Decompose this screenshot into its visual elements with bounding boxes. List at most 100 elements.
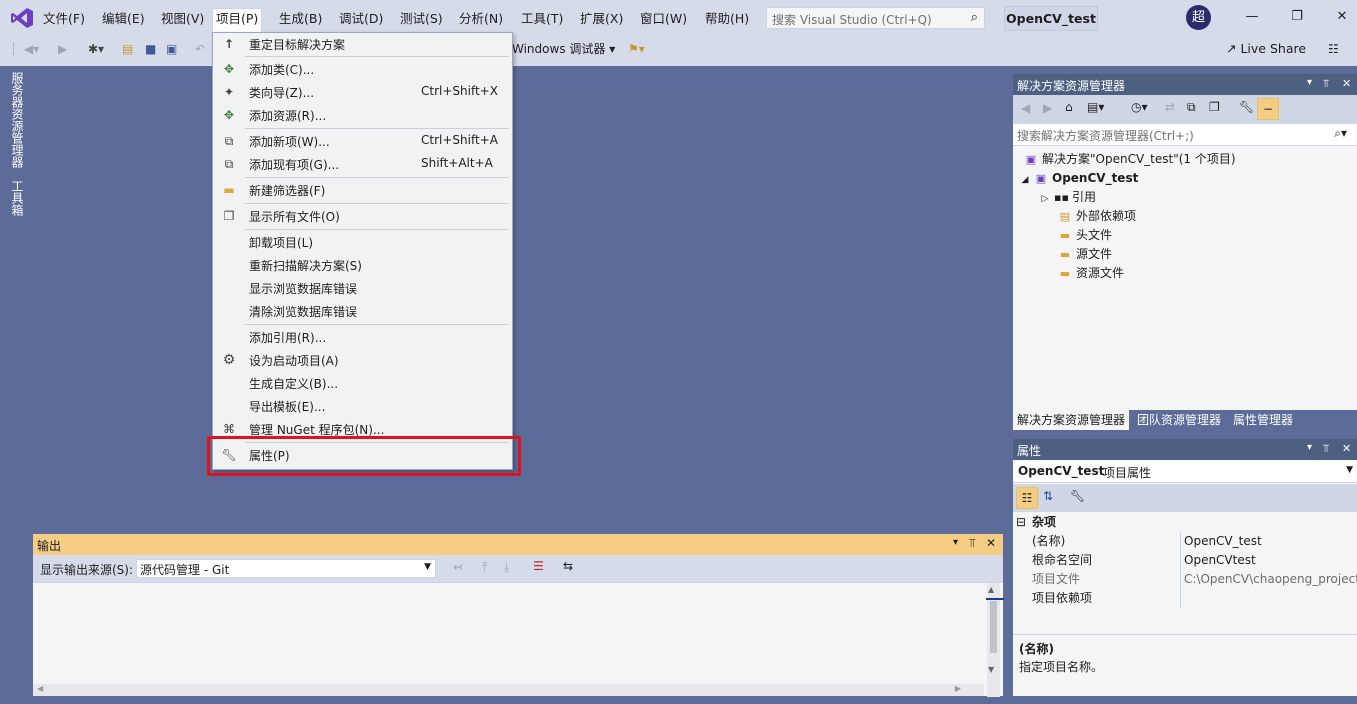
scroll-up-icon[interactable]: ▲ (988, 585, 994, 594)
tab-team-explorer[interactable]: 团队资源管理器 (1133, 410, 1225, 430)
clear-all-icon[interactable]: ☰ (533, 559, 544, 573)
menu-item-set-startup-project[interactable]: ⚙ 设为启动项目(A) (214, 349, 511, 372)
expanded-arrow-icon[interactable]: ◢ (1020, 171, 1030, 190)
solution-search-input[interactable]: 搜索解决方案资源管理器(Ctrl+;) ⌕▾ (1013, 124, 1357, 146)
close-panel-icon[interactable]: ✕ (1342, 442, 1351, 455)
search-icon[interactable]: ⌕▾ (1334, 126, 1347, 141)
output-horizontal-scrollbar[interactable]: ◀ ▶ (33, 684, 984, 696)
menu-extensions[interactable]: 扩展(X) (577, 9, 626, 29)
property-row[interactable]: 项目依赖项 (1013, 589, 1357, 608)
scroll-right-icon[interactable]: ▶ (955, 684, 961, 693)
menu-item-export-template[interactable]: 导出模板(E)... (214, 395, 511, 418)
toolbox-tab[interactable]: 工具箱 (9, 180, 26, 216)
minimize-icon[interactable]: — (1240, 6, 1264, 28)
pin-icon[interactable]: ⫪ (969, 536, 976, 551)
property-pages-wrench-icon[interactable]: 🔧︎ (1070, 489, 1085, 503)
tree-item-external-deps[interactable]: ▤ 外部依赖项 (1058, 207, 1136, 226)
home-icon[interactable]: ⌂ (1065, 100, 1073, 114)
collapse-all-icon[interactable]: ⧉ (1187, 100, 1196, 115)
switch-views-icon[interactable]: ▤▾ (1087, 100, 1104, 114)
menu-tools[interactable]: 工具(T) (518, 9, 566, 29)
alphabetical-icon[interactable]: ⇅ (1043, 489, 1053, 503)
tree-item-source-files[interactable]: ▬ 源文件 (1058, 245, 1112, 264)
menu-item-add-existing-item[interactable]: ⧉ 添加现有项(G)... Shift+Alt+A (214, 153, 511, 176)
open-folder-icon[interactable]: ▤ (122, 39, 133, 59)
menu-item-add-new-item[interactable]: ⧉ 添加新项(W)... Ctrl+Shift+A (214, 130, 511, 153)
output-text-area[interactable]: ▲ ▼ ◀ ▶ (33, 582, 1004, 697)
menu-item-rescan-solution[interactable]: 重新扫描解决方案(S) (214, 254, 511, 277)
output-source-select[interactable]: 源代码管理 - Git ▼ (136, 559, 436, 578)
tab-solution-explorer[interactable]: 解决方案资源管理器 (1013, 410, 1130, 430)
window-menu-icon[interactable]: ▾ (1307, 442, 1312, 453)
scroll-left-icon[interactable]: ◀ (37, 684, 43, 693)
back-icon[interactable]: ◀︎ (1021, 101, 1030, 115)
menu-item-show-db-errors[interactable]: 显示浏览数据库错误 (214, 277, 511, 300)
preview-selected-icon[interactable]: − (1257, 98, 1279, 120)
property-value[interactable]: OpenCV_test (1184, 532, 1357, 551)
categorized-icon[interactable]: ☷ (1016, 487, 1038, 509)
menu-item-unload-project[interactable]: 卸载项目(L) (214, 231, 511, 254)
window-menu-icon[interactable]: ▾ (953, 537, 958, 548)
save-icon[interactable]: ■ (145, 39, 156, 59)
tab-property-manager[interactable]: 属性管理器 (1229, 410, 1297, 430)
pin-icon[interactable]: ⫪ (1323, 442, 1329, 456)
tree-item-resource-files[interactable]: ▬ 资源文件 (1058, 264, 1124, 283)
menu-debug[interactable]: 调试(D) (336, 9, 386, 29)
menu-help[interactable]: 帮助(H) (702, 9, 752, 29)
properties-wrench-icon[interactable]: 🔧︎ (1239, 100, 1254, 114)
forward-icon[interactable]: ▶︎ (1043, 101, 1052, 115)
menu-item-show-all-files[interactable]: ❐ 显示所有文件(O) (214, 205, 511, 228)
sync-icon[interactable]: ⇄ (1165, 100, 1175, 114)
restore-icon[interactable]: ❐ (1285, 6, 1309, 28)
scroll-thumb[interactable] (990, 601, 997, 653)
menu-item-add-class[interactable]: ✥ 添加类(C)... (214, 58, 511, 81)
window-menu-icon[interactable]: ▾ (1307, 77, 1312, 88)
tree-item-header-files[interactable]: ▬ 头文件 (1058, 226, 1112, 245)
menu-item-build-customizations[interactable]: 生成自定义(B)... (214, 372, 511, 395)
menu-analyze[interactable]: 分析(N) (456, 9, 506, 29)
menu-file[interactable]: 文件(F) (40, 9, 88, 29)
next-message-icon[interactable]: ⤓ (504, 560, 509, 575)
tree-solution-node[interactable]: ▣ 解决方案"OpenCV_test"(1 个项目) (1024, 150, 1236, 169)
avatar[interactable]: 超 (1186, 5, 1211, 30)
find-in-files-icon[interactable]: ⚑▾ (628, 39, 645, 59)
tree-project-node[interactable]: ◢ ▣ OpenCV_test (1020, 169, 1139, 190)
prev-message-icon[interactable]: ⤒ (482, 560, 487, 575)
server-explorer-tab[interactable]: 服务器资源管理器 (9, 72, 26, 168)
property-row[interactable]: (名称) OpenCV_test (1013, 532, 1357, 551)
menu-window[interactable]: 窗口(W) (637, 9, 690, 29)
property-value[interactable]: C:\OpenCV\chaopeng_project (1184, 570, 1357, 589)
menu-project[interactable]: 项目(P) (212, 8, 263, 33)
menu-item-retarget-solution[interactable]: ↑ 重定目标解决方案 (214, 33, 511, 56)
close-icon[interactable]: ✕ (1330, 6, 1354, 28)
property-value[interactable]: OpenCVtest (1184, 551, 1357, 570)
close-panel-icon[interactable]: ✕ (986, 536, 996, 550)
properties-object-select[interactable]: OpenCV_test 项目属性 ▼ (1013, 461, 1357, 483)
save-all-icon[interactable]: ▣ (166, 39, 177, 59)
menu-item-new-filter[interactable]: ▬ 新建筛选器(F) (214, 179, 511, 202)
scroll-down-icon[interactable]: ▼ (988, 665, 994, 674)
pin-icon[interactable]: ⫪ (1323, 77, 1329, 91)
property-row[interactable]: 根命名空间 OpenCVtest (1013, 551, 1357, 570)
debugger-select[interactable]: Windows 调试器 ▾ (512, 39, 615, 59)
collapsed-arrow-icon[interactable]: ▷ (1040, 190, 1050, 209)
menu-item-add-reference[interactable]: 添加引用(R)... (214, 326, 511, 349)
search-box[interactable]: 搜索 Visual Studio (Ctrl+Q) ⌕ (766, 7, 985, 29)
show-all-files-icon[interactable]: ❐ (1209, 100, 1220, 114)
pending-changes-icon[interactable]: ◷▾ (1131, 100, 1148, 114)
live-share-button[interactable]: ↗ Live Share (1226, 39, 1306, 59)
undo-icon[interactable]: ↶ (195, 39, 205, 59)
find-message-icon[interactable]: ↢ (453, 560, 463, 574)
menu-item-add-resource[interactable]: ✥ 添加资源(R)... (214, 104, 511, 127)
menu-item-clear-db-errors[interactable]: 清除浏览数据库错误 (214, 300, 511, 323)
collapse-category-icon[interactable]: ⊟ (1016, 513, 1026, 532)
property-row[interactable]: 项目文件 C:\OpenCV\chaopeng_project (1013, 570, 1357, 589)
search-icon[interactable]: ⌕ (971, 10, 978, 25)
new-project-icon[interactable]: ✱▾ (88, 39, 104, 59)
menu-item-class-wizard[interactable]: ✦ 类向导(Z)... Ctrl+Shift+X (214, 81, 511, 104)
word-wrap-icon[interactable]: ⇆ (563, 559, 573, 573)
feedback-icon[interactable]: ☷ (1328, 39, 1339, 59)
navigate-forward-icon[interactable]: ▶︎ (58, 39, 67, 59)
properties-category[interactable]: ⊟ 杂项 (1013, 513, 1357, 532)
tree-item-references[interactable]: ▷ ▪▪ 引用 (1040, 188, 1096, 207)
